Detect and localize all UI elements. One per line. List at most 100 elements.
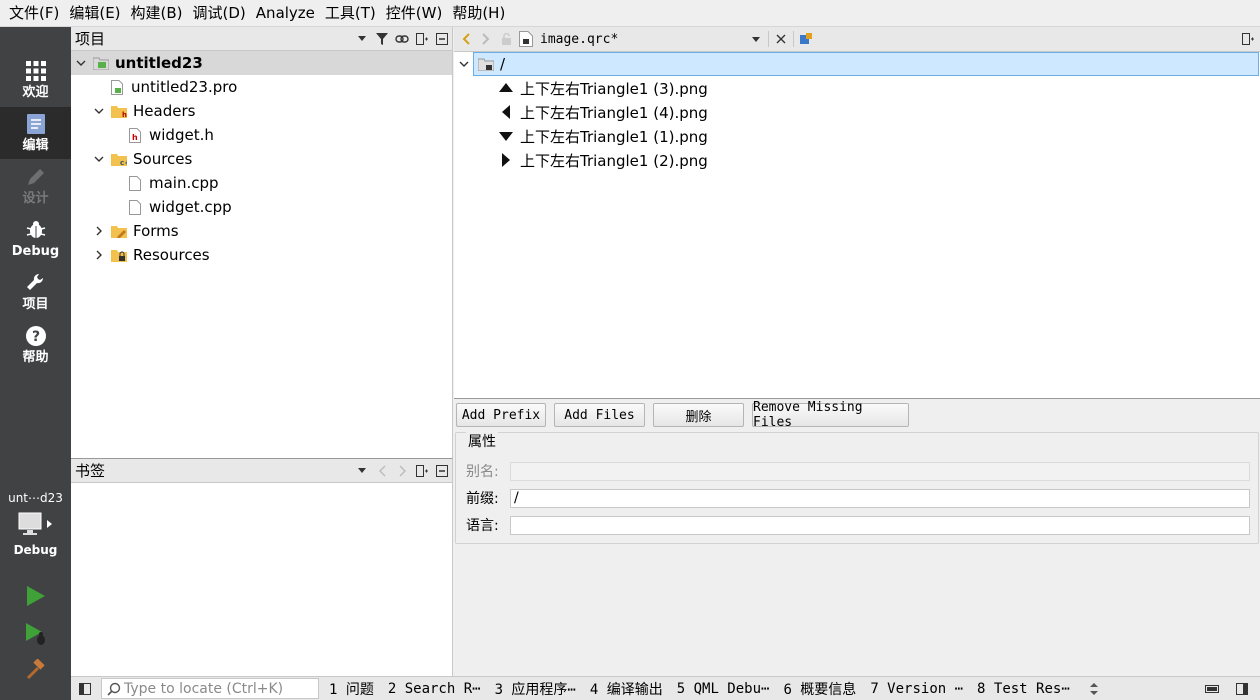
output-tab-general[interactable]: 6 概要信息 <box>783 679 856 699</box>
chevron-down-icon[interactable] <box>352 29 372 49</box>
output-tab-version[interactable]: 7 Version ⋯ <box>870 681 963 697</box>
add-prefix-button[interactable]: Add Prefix <box>456 403 546 427</box>
mode-help[interactable]: ? 帮助 <box>0 319 71 371</box>
chevron-down-icon[interactable] <box>73 55 89 71</box>
toggle-right-sidebar-icon[interactable] <box>1232 679 1252 699</box>
tree-item-forms[interactable]: Forms <box>71 219 179 243</box>
grid-icon <box>25 58 46 84</box>
output-tab-compile[interactable]: 4 编译输出 <box>590 679 663 699</box>
tree-item-project[interactable]: untitled23 <box>71 51 452 75</box>
link-icon[interactable] <box>392 29 412 49</box>
mode-label: 项目 <box>22 297 49 312</box>
mode-label: 欢迎 <box>22 85 49 100</box>
properties-title: 属性 <box>466 431 498 451</box>
resource-file-row[interactable]: 上下左右Triangle1 (2).png <box>454 148 708 172</box>
tree-item-headers[interactable]: h Headers <box>71 99 195 123</box>
chevron-right-icon[interactable] <box>91 223 107 239</box>
debug-run-button[interactable] <box>0 616 71 652</box>
prefix-field[interactable]: / <box>510 489 1250 508</box>
next-icon[interactable] <box>392 461 412 481</box>
split-icon[interactable] <box>1238 29 1258 49</box>
toggle-sidebar-icon[interactable] <box>75 679 95 699</box>
menu-build[interactable]: 构建(B) <box>126 0 188 27</box>
remove-missing-files-button[interactable]: Remove Missing Files <box>752 400 909 430</box>
close-icon[interactable] <box>771 29 791 49</box>
output-tab-test[interactable]: 8 Test Res⋯ <box>977 681 1070 697</box>
build-button[interactable] <box>0 652 71 688</box>
prev-icon[interactable] <box>372 461 392 481</box>
menu-file[interactable]: 文件(F) <box>4 0 64 27</box>
resource-editor: image.qrc* / 上下左右Triangle1 (3).png 上下左右T… <box>454 27 1260 676</box>
open-file-name[interactable]: image.qrc* <box>536 32 746 47</box>
run-button[interactable] <box>0 578 71 614</box>
split-icon[interactable] <box>412 29 432 49</box>
add-files-button[interactable]: Add Files <box>554 403 645 427</box>
triangle-up-icon <box>498 80 514 96</box>
menu-debug[interactable]: 调试(D) <box>188 0 251 27</box>
output-tab-app-output[interactable]: 3 应用程序⋯ <box>495 679 576 699</box>
locator-input[interactable]: Type to locate (Ctrl+K) <box>101 678 319 699</box>
edit-doc-icon <box>26 111 45 137</box>
menu-widgets[interactable]: 控件(W) <box>381 0 448 27</box>
progress-icon[interactable] <box>1202 679 1222 699</box>
menu-analyze[interactable]: Analyze <box>251 0 320 27</box>
close-pane-icon[interactable] <box>432 29 452 49</box>
chevron-down-icon[interactable] <box>91 103 107 119</box>
mode-label: Debug <box>11 244 60 259</box>
mode-welcome[interactable]: 欢迎 <box>0 54 71 106</box>
play-icon <box>26 586 45 606</box>
prefix-label: / <box>500 55 506 73</box>
output-tab-qml-debug[interactable]: 5 QML Debu⋯ <box>677 681 770 697</box>
close-pane-icon[interactable] <box>432 461 452 481</box>
output-tab-search[interactable]: 2 Search R⋯ <box>388 681 481 697</box>
resource-file-row[interactable]: 上下左右Triangle1 (4).png <box>454 100 708 124</box>
help-icon: ? <box>25 323 46 349</box>
menu-edit[interactable]: 编辑(E) <box>64 0 125 27</box>
menu-help[interactable]: 帮助(H) <box>447 0 510 27</box>
back-icon[interactable] <box>456 29 476 49</box>
menu-tools[interactable]: 工具(T) <box>320 0 381 27</box>
chevron-down-icon[interactable] <box>91 151 107 167</box>
chevron-down-icon[interactable] <box>746 29 766 49</box>
resource-file-row[interactable]: 上下左右Triangle1 (3).png <box>454 76 708 100</box>
mode-design[interactable]: 设计 <box>0 160 71 212</box>
tree-item-pro-file[interactable]: untitled23.pro <box>71 75 237 99</box>
split-icon[interactable] <box>412 461 432 481</box>
resource-file-row[interactable]: 上下左右Triangle1 (1).png <box>454 124 708 148</box>
resource-tree: / 上下左右Triangle1 (3).png 上下左右Triangle1 (4… <box>454 52 1260 399</box>
chevron-down-icon[interactable] <box>352 461 372 481</box>
chevron-right-icon[interactable] <box>91 247 107 263</box>
puzzle-icon[interactable] <box>796 29 816 49</box>
alias-field[interactable] <box>510 462 1250 481</box>
resource-file-label: 上下左右Triangle1 (1).png <box>520 127 708 146</box>
filter-icon[interactable] <box>372 29 392 49</box>
svg-text:h: h <box>122 111 127 118</box>
output-tab-issues[interactable]: 1 问题 <box>329 679 374 699</box>
tree-item-label: widget.cpp <box>149 198 232 216</box>
tree-item-widget-h[interactable]: h widget.h <box>71 123 214 147</box>
mode-projects[interactable]: 项目 <box>0 266 71 318</box>
tree-item-label: widget.h <box>149 126 214 144</box>
language-label: 语言: <box>466 518 499 534</box>
svg-text:c+: c+ <box>120 159 127 166</box>
triangle-down-icon <box>498 128 514 144</box>
kit-selector[interactable]: unt⋯d23 Debug <box>0 488 71 566</box>
updown-arrows-icon[interactable] <box>1084 679 1104 699</box>
tree-item-widget-cpp[interactable]: widget.cpp <box>71 195 232 219</box>
tree-item-resources[interactable]: Resources <box>71 243 210 267</box>
language-field[interactable] <box>510 516 1250 535</box>
delete-button[interactable]: 删除 <box>653 403 744 427</box>
tree-item-main-cpp[interactable]: main.cpp <box>71 171 219 195</box>
chevron-down-icon[interactable] <box>456 61 472 67</box>
tree-item-label: Headers <box>133 102 196 120</box>
properties-group: 属性 别名: 前缀: / 语言: <box>455 431 1259 544</box>
forward-icon[interactable] <box>476 29 496 49</box>
sources-folder-icon: c+ <box>111 151 127 167</box>
lock-icon[interactable] <box>496 29 516 49</box>
cpp-file-icon <box>127 175 143 191</box>
tree-item-sources[interactable]: c+ Sources <box>71 147 192 171</box>
mode-edit[interactable]: 编辑 <box>0 107 71 159</box>
search-icon <box>107 682 121 696</box>
resource-prefix-root[interactable]: / <box>454 52 1260 76</box>
mode-debug[interactable]: Debug <box>0 213 71 265</box>
